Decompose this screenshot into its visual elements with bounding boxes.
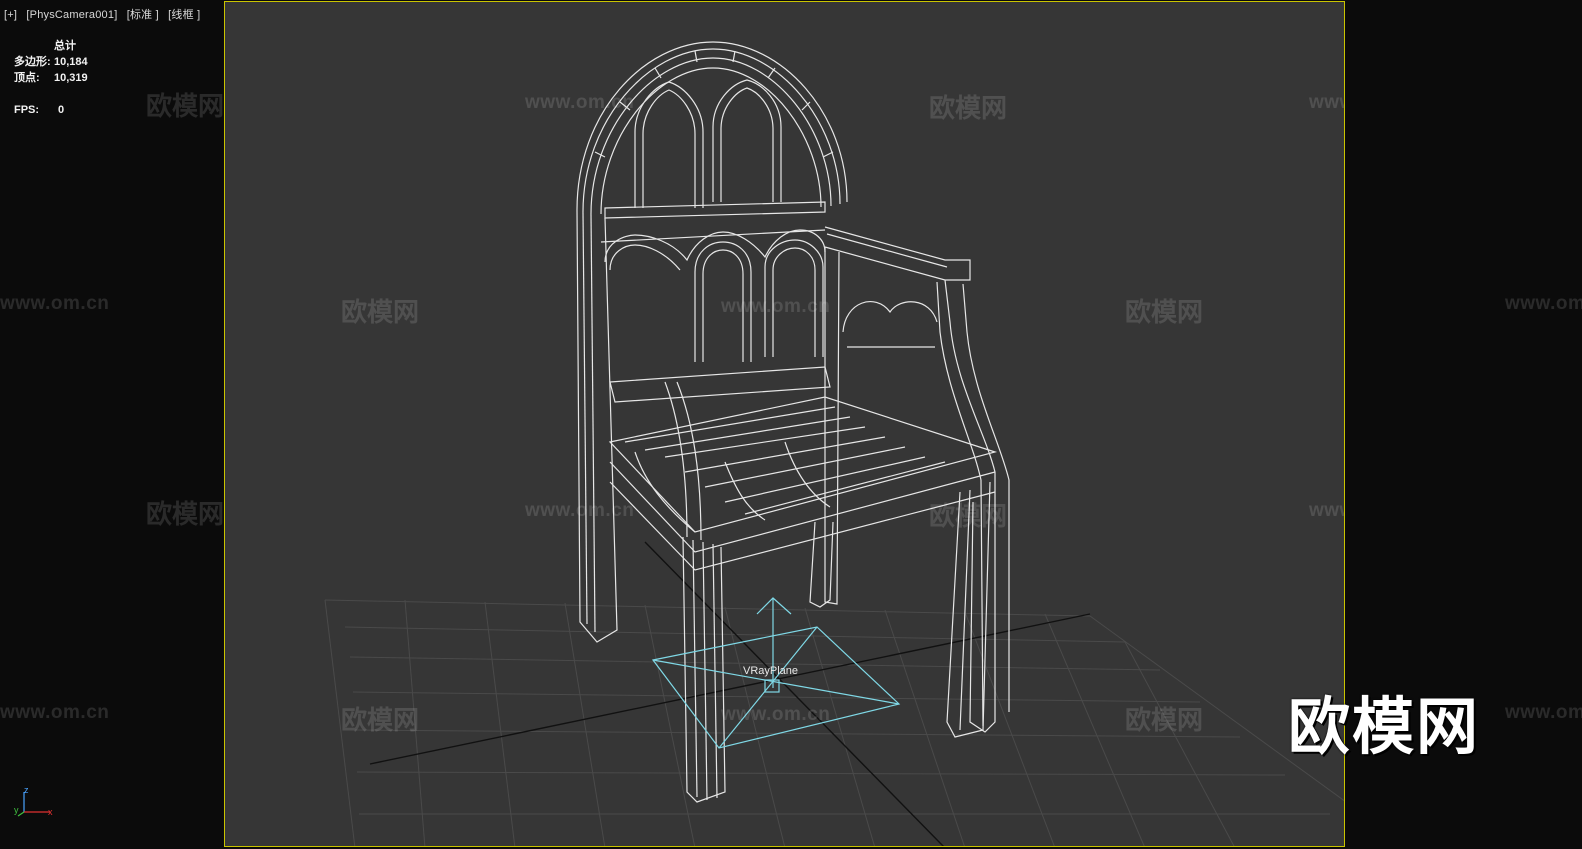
axis-z-label: z — [24, 785, 29, 795]
camera-label[interactable]: [PhysCamera001] — [26, 9, 117, 21]
polys-value: 10,184 — [54, 56, 88, 68]
fps-value: 0 — [58, 104, 65, 116]
axis-x-label: x — [48, 807, 53, 817]
logo-watermark: 欧模网 — [1288, 693, 1481, 762]
fps-label: FPS: — [14, 104, 40, 116]
viewport-scene — [324, 41, 1344, 846]
display-mode-label[interactable]: [线框 ] — [168, 9, 200, 21]
watermark: www.om.cn — [0, 702, 110, 723]
polys-label: 多边形: — [14, 56, 51, 68]
watermark: www.om.cn — [1505, 702, 1582, 723]
ground-grid — [324, 599, 1344, 846]
watermark: 欧模网 — [146, 91, 225, 121]
chair-wireframe — [576, 41, 1010, 803]
viewport-header: [+] [PhysCamera001] [标准 ] [线框 ] — [4, 6, 206, 22]
watermark: 欧模网 — [146, 499, 225, 529]
shading-mode-label[interactable]: [标准 ] — [127, 9, 159, 21]
watermark: www.om.cn — [0, 293, 110, 314]
viewport-frame[interactable]: www.om.cn 欧模网 www.om.cn 欧模网 www.om.cn 欧模… — [224, 1, 1345, 847]
verts-value: 10,319 — [54, 72, 88, 84]
viewport-menu-button[interactable]: [+] — [4, 9, 17, 21]
watermark: www.om.cn — [1505, 293, 1582, 314]
stats-header: 总计 — [54, 40, 76, 52]
stats-panel: 总计 多边形: 10,184 顶点: 10,319 FPS: 0 — [14, 38, 118, 118]
axis-tripod-icon: z x y — [14, 785, 53, 817]
vrayplane-label: VRayPlane — [743, 665, 799, 677]
verts-label: 顶点: — [14, 72, 40, 84]
axis-y-label: y — [14, 805, 19, 815]
